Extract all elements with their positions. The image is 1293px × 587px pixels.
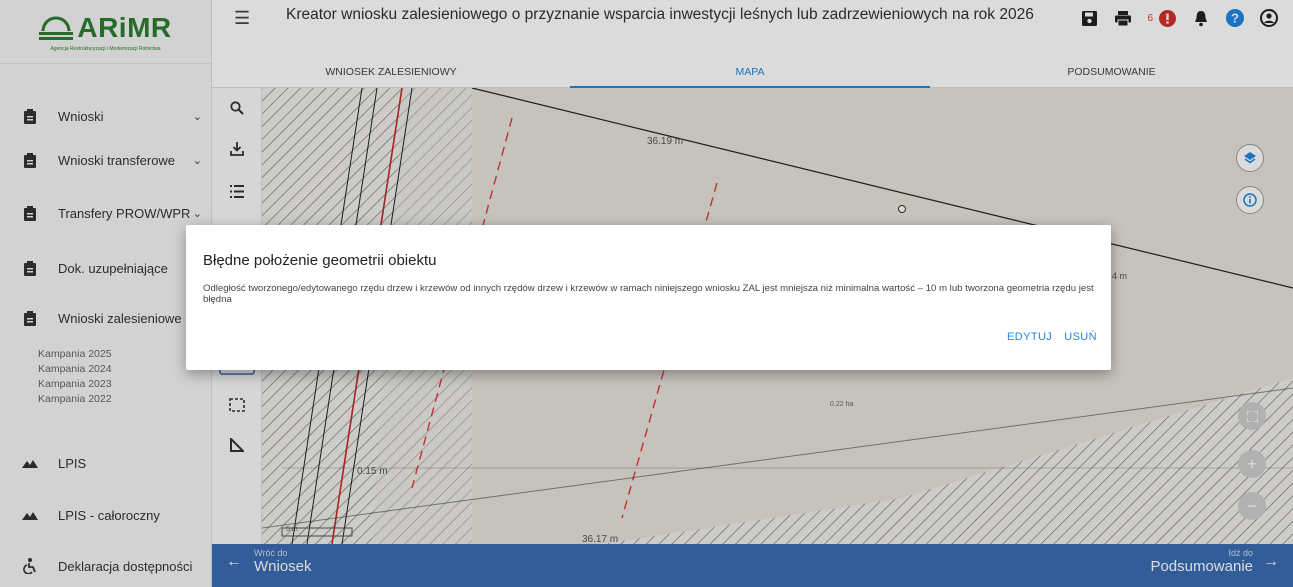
delete-button[interactable]: USUŃ [1064,331,1097,343]
error-dialog: Błędne położenie geometrii obiektu Odleg… [186,225,1111,370]
dialog-title: Błędne położenie geometrii obiektu [203,252,437,269]
dialog-message: Odległość tworzonego/edytowanego rzędu d… [203,283,1094,305]
edit-button[interactable]: EDYTUJ [1007,331,1052,343]
dialog-actions: EDYTUJ USUŃ [1007,331,1097,343]
